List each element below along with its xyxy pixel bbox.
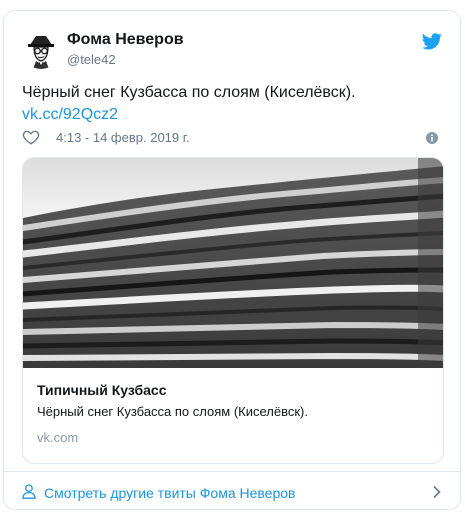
- link-card-domain: vk.com: [37, 430, 79, 445]
- tweet-link[interactable]: vk.cc/92Qcz2: [22, 104, 442, 126]
- more-tweets-label[interactable]: Смотреть другие твиты Фома Неверов: [44, 485, 295, 501]
- twitter-bird-icon[interactable]: [422, 33, 442, 50]
- avatar[interactable]: [22, 31, 60, 69]
- user-icon: [22, 484, 36, 499]
- embedded-tweet: Фома Неверов @tele42 Чёрный снег Кузбасс…: [3, 10, 461, 510]
- author-handle[interactable]: @tele42: [67, 52, 116, 67]
- tweet-timestamp[interactable]: 4:13 - 14 февр. 2019 г.: [56, 130, 190, 145]
- author-name[interactable]: Фома Неверов: [67, 31, 184, 49]
- heart-icon[interactable]: [22, 128, 40, 146]
- link-preview-card[interactable]: Типичный Кузбасс Чёрный снег Кузбасса по…: [22, 157, 444, 464]
- link-card-title: Типичный Кузбасс: [37, 382, 167, 398]
- more-tweets-link[interactable]: Смотреть другие твиты Фома Неверов: [22, 481, 442, 505]
- link-card-description: Чёрный снег Кузбасса по слоям (Киселёвск…: [37, 404, 308, 419]
- chevron-right-icon[interactable]: [432, 485, 442, 499]
- tweet-text: Чёрный снег Кузбасса по слоям (Киселёвск…: [22, 84, 356, 101]
- preview-image: [23, 158, 443, 368]
- footer-divider: [4, 471, 460, 472]
- tweet-body: Чёрный снег Кузбасса по слоям (Киселёвск…: [22, 82, 442, 126]
- info-icon[interactable]: [426, 131, 438, 144]
- tweet-meta: 4:13 - 14 февр. 2019 г.: [22, 128, 442, 148]
